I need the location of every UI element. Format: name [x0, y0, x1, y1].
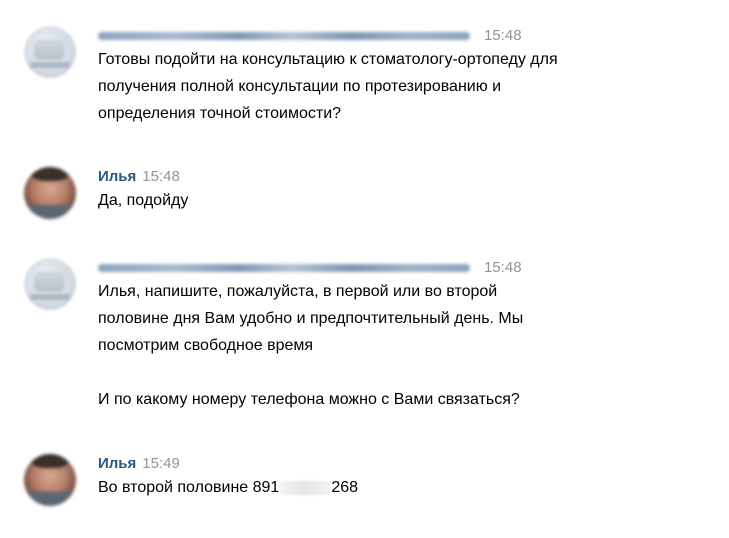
author-name-link[interactable]: Илья [98, 168, 136, 185]
user-avatar[interactable] [24, 167, 76, 219]
blurred-author-name[interactable] [98, 264, 470, 273]
message-header: 15:48 [98, 258, 714, 278]
message-content: Илья 15:49 Во второй половине 891 268 [98, 454, 714, 501]
message-text-line: половине дня Вам удобно и предпочтительн… [98, 310, 524, 327]
message-text-line: определения точной стоимости? [98, 105, 342, 122]
message-header: 15:48 [98, 26, 714, 46]
message-text-line: Готовы подойти на консультацию к стомато… [98, 51, 558, 68]
message-text-line: посмотрим свободное время [98, 337, 314, 354]
message-time[interactable]: 15:48 [142, 168, 180, 185]
message-time[interactable]: 15:48 [484, 27, 522, 44]
chat-history: 15:48 Готовы подойти на консультацию к с… [0, 0, 729, 538]
organization-avatar[interactable] [24, 26, 76, 78]
message-content: Илья 15:48 Да, подойду [98, 167, 714, 214]
message-header: Илья 15:49 [98, 454, 714, 474]
phone-text-start: Во второй половине 891 [98, 479, 280, 496]
message-header: Илья 15:48 [98, 167, 714, 187]
message-content: 15:48 Илья, напишите, пожалуйста, в перв… [98, 258, 714, 413]
message-text-line: Да, подойду [98, 192, 189, 209]
user-avatar[interactable] [24, 454, 76, 506]
organization-avatar[interactable] [24, 258, 76, 310]
author-name-link[interactable]: Илья [98, 455, 136, 472]
message-text-line: И по какому номеру телефона можно с Вами… [98, 391, 520, 408]
message-time[interactable]: 15:48 [484, 259, 522, 276]
message-text-line: получения полной консультации по протези… [98, 78, 502, 95]
message-text-line: Во второй половине 891 268 [98, 474, 714, 501]
message-content: 15:48 Готовы подойти на консультацию к с… [98, 26, 714, 127]
phone-text-end: 268 [331, 479, 359, 496]
blurred-author-name[interactable] [98, 32, 470, 41]
message-text-line: Илья, напишите, пожалуйста, в первой или… [98, 283, 498, 300]
message-time[interactable]: 15:49 [142, 455, 180, 472]
redacted-phone-digits [280, 480, 331, 495]
